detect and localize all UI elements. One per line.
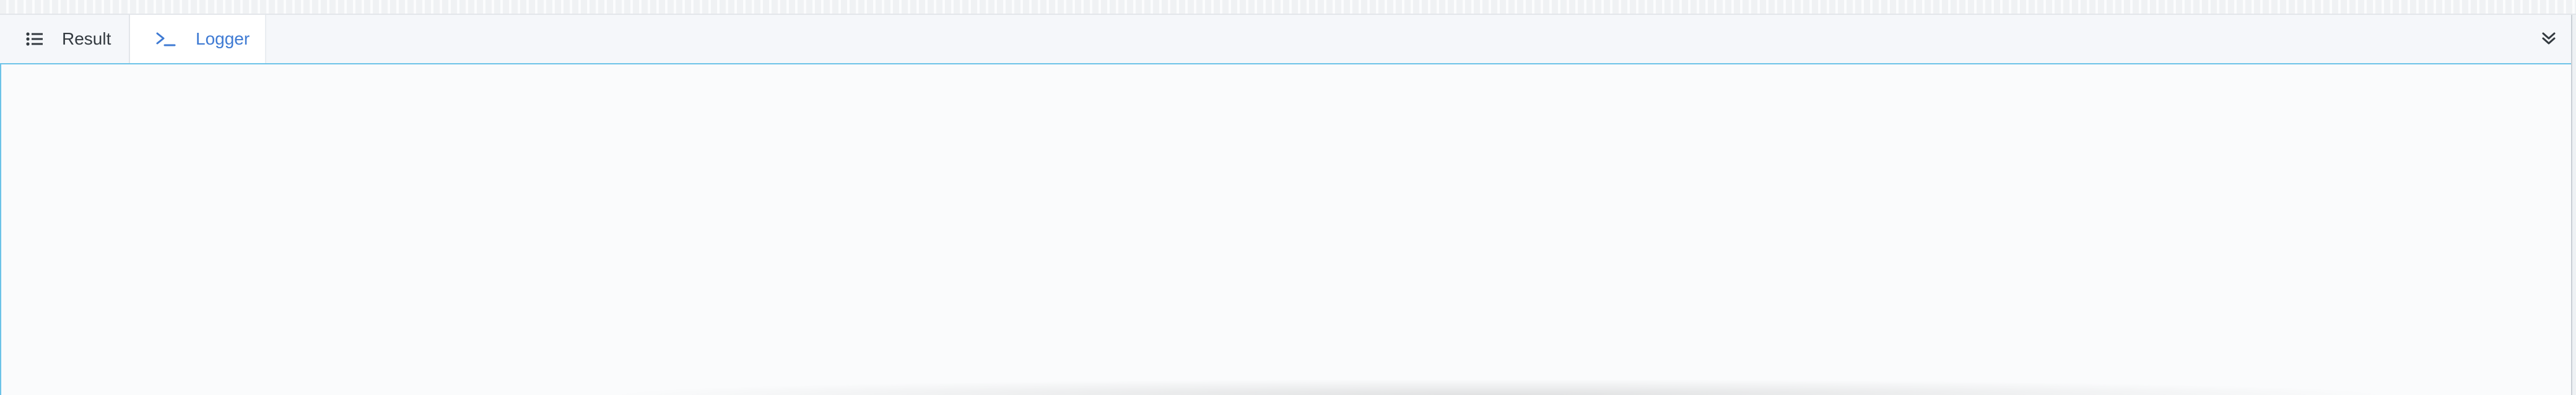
list-icon <box>25 29 45 49</box>
terminal-icon <box>156 29 176 49</box>
panel-resize-edge[interactable] <box>0 0 2576 15</box>
panel-tab-bar: Result Logger <box>0 15 2571 64</box>
tab-result-label: Result <box>62 29 111 48</box>
collapse-panel-button[interactable] <box>2536 27 2561 52</box>
chevrons-down-icon <box>2541 30 2557 50</box>
bottom-panel-window: Result Logger <box>0 0 2576 395</box>
tab-logger-label: Logger <box>196 29 250 48</box>
bottom-shadow <box>594 379 2403 395</box>
vertical-scrollbar[interactable] <box>2571 15 2576 395</box>
tab-logger[interactable]: Logger <box>130 15 266 63</box>
logger-output-area <box>0 64 2571 395</box>
tab-result[interactable]: Result <box>0 15 130 63</box>
